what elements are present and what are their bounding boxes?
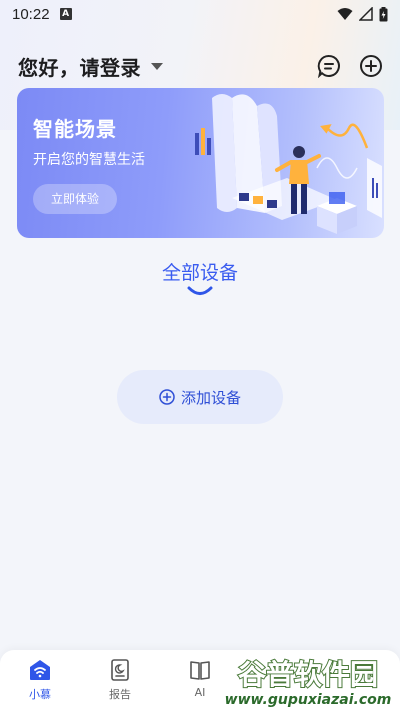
plus-circle-icon: [360, 55, 382, 77]
header-actions: [316, 53, 384, 79]
status-bar: 10:22 A: [0, 0, 400, 28]
banner-subtitle: 开启您的智慧生活: [33, 152, 145, 168]
battery-icon: [379, 6, 388, 21]
nav-label-report: 报告: [109, 688, 131, 701]
tab-indicator: [187, 286, 213, 295]
try-now-button[interactable]: 立即体验: [33, 184, 117, 214]
status-indicators: [337, 6, 388, 22]
login-prompt[interactable]: 您好，请登录: [18, 52, 141, 81]
add-button[interactable]: [358, 53, 384, 79]
nav-label-home: 小慕: [29, 688, 51, 701]
status-time: 10:22: [12, 5, 50, 23]
banner-title: 智能场景: [33, 117, 117, 141]
signal-icon: [359, 7, 373, 21]
watermark-bottom: www.gupuxiazai.com: [225, 692, 392, 708]
message-icon: [317, 54, 340, 78]
app-header: 您好，请登录: [18, 50, 384, 82]
message-button[interactable]: [316, 53, 342, 79]
plus-circle-icon: [159, 389, 175, 405]
caret-down-icon[interactable]: [151, 62, 163, 70]
add-device-button[interactable]: 添加设备: [117, 370, 283, 424]
nav-label-ai: AI: [194, 686, 206, 699]
nav-item-report[interactable]: 报告: [90, 658, 150, 702]
nav-item-home[interactable]: 小慕: [10, 658, 70, 702]
watermark-logo: 谷普软件园 www.gupuxiazai.com: [225, 657, 392, 708]
book-icon: [190, 661, 210, 680]
smart-scene-banner[interactable]: 智能场景 开启您的智慧生活 立即体验: [17, 88, 384, 238]
banner-illustration: [195, 94, 382, 234]
wifi-icon: [337, 8, 353, 20]
home-wifi-icon: [30, 660, 50, 680]
add-device-label: 添加设备: [180, 388, 241, 407]
notification-icon: A: [59, 8, 72, 20]
watermark-top: 谷普软件园: [238, 658, 378, 691]
report-icon: [111, 659, 129, 681]
all-devices-tab[interactable]: 全部设备: [0, 258, 400, 285]
